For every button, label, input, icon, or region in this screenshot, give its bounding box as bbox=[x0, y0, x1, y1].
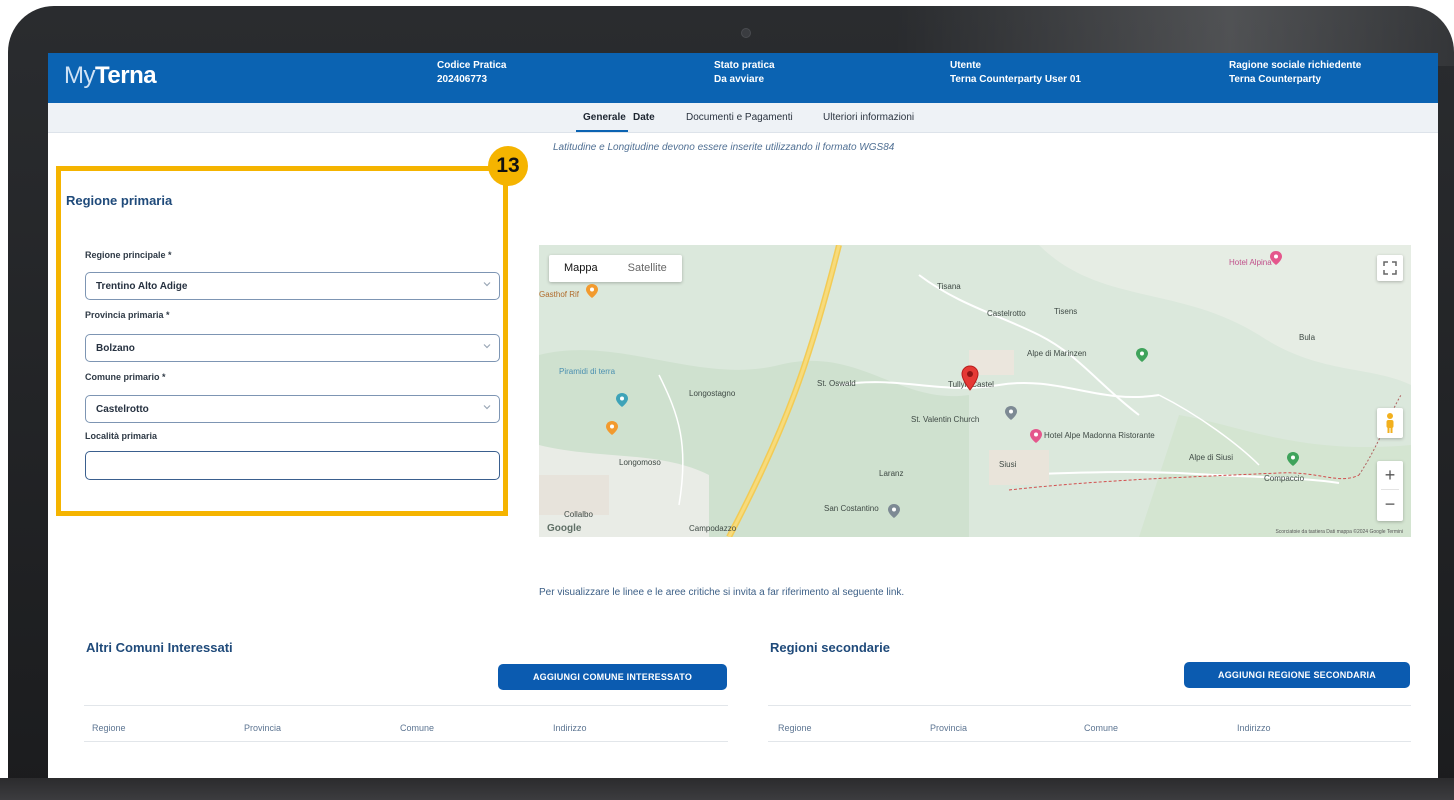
map-label: Hotel Alpina bbox=[1229, 258, 1272, 267]
park-poi-icon[interactable] bbox=[1135, 347, 1149, 363]
callout-badge: 13 bbox=[488, 146, 528, 186]
col-indirizzo: Indirizzo bbox=[1237, 723, 1271, 733]
app-screen: MyTerna Codice Pratica 202406773 Stato p… bbox=[48, 53, 1438, 778]
pegman-icon bbox=[1386, 413, 1394, 433]
map-label: Campodazzo bbox=[689, 524, 737, 533]
map-label: Laranz bbox=[879, 469, 904, 478]
tab-date[interactable]: Date bbox=[633, 112, 655, 123]
col-regione: Regione bbox=[92, 723, 126, 733]
critical-areas-link-text[interactable]: Per visualizzare le linee e le aree crit… bbox=[539, 587, 904, 598]
header-codice-pratica: Codice Pratica 202406773 bbox=[437, 60, 507, 85]
myterna-logo[interactable]: MyTerna bbox=[64, 62, 157, 90]
location-marker-icon[interactable] bbox=[961, 365, 979, 391]
map-widget[interactable]: Mappa Satellite Tisana Castelrotto Tisen… bbox=[539, 245, 1411, 537]
tab-generale[interactable]: Generale bbox=[583, 112, 626, 123]
map-label: Gasthof Rif bbox=[539, 290, 580, 299]
table-divider bbox=[768, 741, 1411, 742]
map-label: Compaccio bbox=[1264, 474, 1305, 483]
regioni-secondarie-title: Regioni secondarie bbox=[770, 640, 890, 655]
top-header: MyTerna Codice Pratica 202406773 Stato p… bbox=[48, 53, 1438, 103]
map-label: Tisens bbox=[1054, 307, 1078, 316]
table-divider bbox=[84, 741, 728, 742]
google-logo: Google bbox=[547, 523, 582, 534]
fullscreen-icon bbox=[1383, 261, 1397, 275]
street-view-pegman-button[interactable] bbox=[1377, 408, 1403, 438]
map-label: Tisana bbox=[937, 282, 961, 291]
park-poi-icon[interactable] bbox=[1286, 451, 1300, 467]
tab-documenti-pagamenti[interactable]: Documenti e Pagamenti bbox=[686, 112, 793, 123]
active-tab-indicator bbox=[576, 130, 628, 132]
hotel-poi-icon[interactable] bbox=[1029, 428, 1043, 444]
map-label: Bula bbox=[1299, 333, 1316, 342]
map-attribution[interactable]: Scorciatoie da tastiera Dati mappa ©2024… bbox=[1275, 529, 1403, 535]
col-provincia: Provincia bbox=[244, 723, 282, 733]
map-label: Piramidi di terra bbox=[559, 367, 616, 376]
col-comune: Comune bbox=[400, 723, 435, 733]
add-regione-secondaria-button[interactable]: AGGIUNGI REGIONE SECONDARIA bbox=[1184, 662, 1410, 688]
map-label: Hotel Alpe Madonna Ristorante bbox=[1044, 431, 1155, 440]
header-stato-pratica: Stato pratica Da avviare bbox=[714, 60, 775, 85]
map-label: St. Valentin Church bbox=[911, 415, 980, 424]
map-label: St. Oswald bbox=[817, 379, 856, 388]
tab-bar: Generale Date Documenti e Pagamenti Ulte… bbox=[48, 103, 1438, 133]
map-label: Alpe di Siusi bbox=[1189, 453, 1234, 462]
header-utente: Utente Terna Counterparty User 01 bbox=[950, 60, 1081, 85]
map-terrain bbox=[539, 245, 1411, 537]
church-poi-icon[interactable] bbox=[1004, 405, 1018, 421]
add-comune-button[interactable]: AGGIUNGI COMUNE INTERESSATO bbox=[498, 664, 727, 690]
webcam bbox=[741, 28, 751, 38]
place-poi-icon[interactable] bbox=[887, 503, 901, 519]
map-label: Alpe di Marinzen bbox=[1027, 349, 1087, 358]
restaurant-poi-icon[interactable] bbox=[605, 420, 619, 436]
callout-highlight-frame bbox=[56, 166, 508, 516]
table-header-divider bbox=[84, 705, 728, 706]
map-label: Castelrotto bbox=[987, 309, 1026, 318]
tab-ulteriori-informazioni[interactable]: Ulteriori informazioni bbox=[823, 112, 914, 123]
map-label: Longostagno bbox=[689, 389, 736, 398]
zoom-controls: + − bbox=[1377, 461, 1403, 521]
laptop-base bbox=[0, 778, 1454, 800]
attraction-poi-icon[interactable] bbox=[615, 392, 629, 408]
col-provincia: Provincia bbox=[930, 723, 968, 733]
header-ragione-sociale: Ragione sociale richiedente Terna Counte… bbox=[1229, 60, 1362, 85]
fullscreen-button[interactable] bbox=[1377, 255, 1403, 281]
hotel-poi-icon[interactable] bbox=[1269, 250, 1283, 266]
altri-comuni-title: Altri Comuni Interessati bbox=[86, 640, 233, 655]
coordinates-hint: Latitudine e Longitudine devono essere i… bbox=[553, 142, 895, 153]
map-type-switch: Mappa Satellite bbox=[549, 255, 682, 282]
zoom-out-button[interactable]: − bbox=[1377, 490, 1403, 518]
restaurant-poi-icon[interactable] bbox=[585, 283, 599, 299]
map-type-mappa[interactable]: Mappa bbox=[549, 255, 613, 282]
map-label: Siusi bbox=[999, 460, 1017, 469]
table-header-divider bbox=[768, 705, 1411, 706]
map-label: San Costantino bbox=[824, 504, 879, 513]
col-indirizzo: Indirizzo bbox=[553, 723, 587, 733]
map-label: Longomoso bbox=[619, 458, 661, 467]
zoom-in-button[interactable]: + bbox=[1377, 461, 1403, 489]
col-comune: Comune bbox=[1084, 723, 1119, 733]
col-regione: Regione bbox=[778, 723, 812, 733]
map-label: Collalbo bbox=[564, 510, 593, 519]
map-type-satellite[interactable]: Satellite bbox=[613, 255, 682, 282]
